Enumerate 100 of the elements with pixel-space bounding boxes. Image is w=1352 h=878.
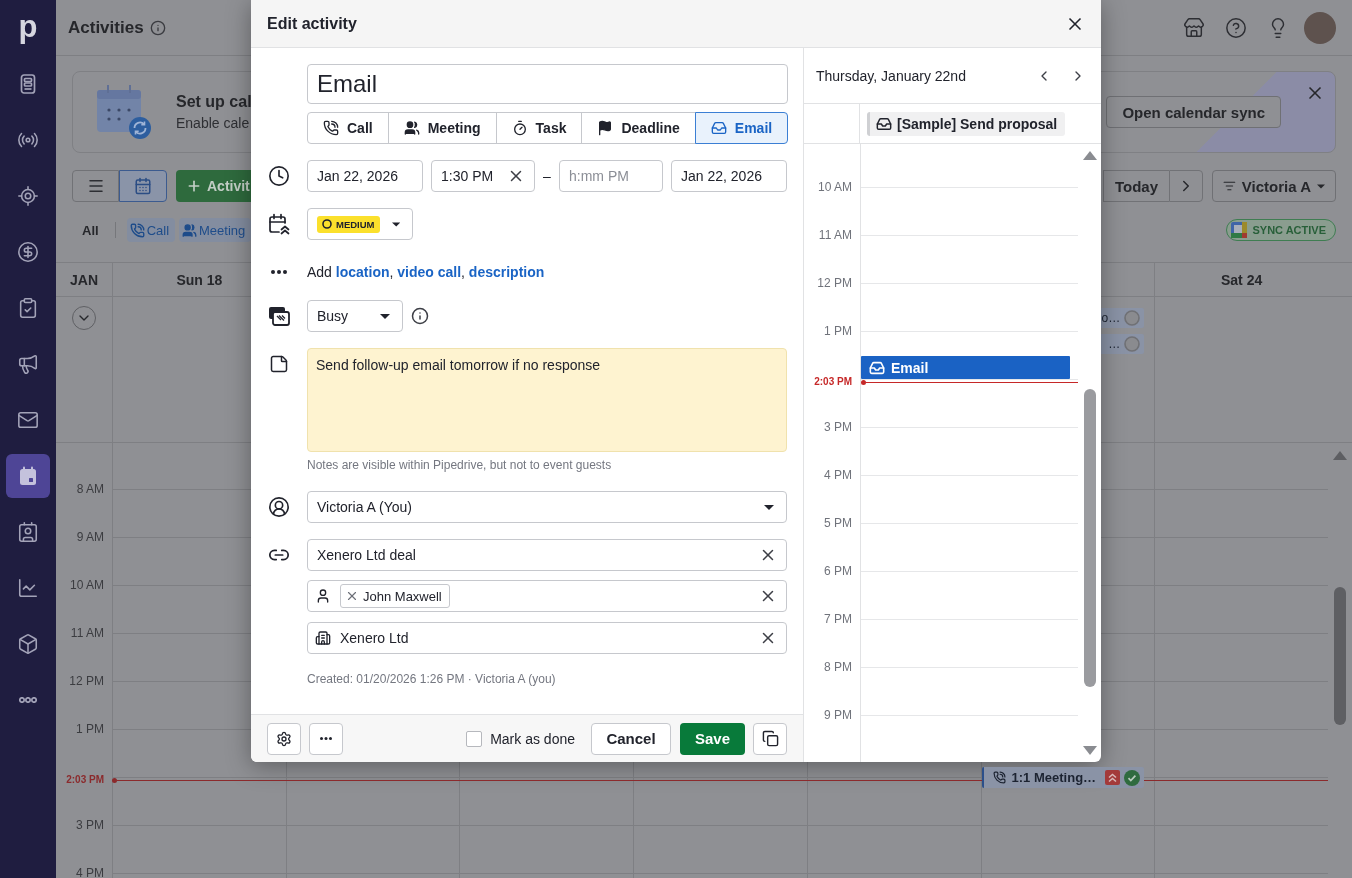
- line-chart-icon: [17, 577, 39, 599]
- hour-label: 9 PM: [824, 707, 852, 723]
- end-date-field[interactable]: Jan 22, 2026: [671, 160, 787, 192]
- activity-type-tab[interactable]: Task: [495, 112, 583, 144]
- list-view-button[interactable]: [72, 170, 119, 202]
- details-link[interactable]: description: [468, 264, 545, 280]
- user-circle-icon: [268, 496, 290, 518]
- marketplace-button[interactable]: [1183, 16, 1205, 39]
- caret-icon: [1317, 183, 1325, 189]
- month-label: JAN: [70, 271, 98, 288]
- availability-select[interactable]: Busy: [307, 300, 403, 332]
- activity-type-tab[interactable]: Deadline: [581, 112, 696, 144]
- stopwatch-icon: [511, 120, 528, 136]
- info-icon[interactable]: [411, 307, 429, 325]
- participants-field[interactable]: John Maxwell: [307, 580, 787, 612]
- caret-icon: [380, 313, 390, 319]
- hour-label: 7 PM: [824, 611, 852, 627]
- list-document-icon: [18, 74, 38, 94]
- hour-label: 1 PM: [824, 323, 852, 339]
- banner-subtitle: Enable cale: [176, 115, 251, 131]
- add-details-text: Add location, video call, description: [307, 263, 546, 282]
- megaphone-icon: [17, 353, 39, 375]
- note-hint: Notes are visible within Pipedrive, but not to event guests: [307, 458, 613, 472]
- hour-label: 4 PM: [76, 865, 104, 878]
- plus-icon: [186, 178, 202, 194]
- add-activity-button[interactable]: Activit: [176, 170, 251, 202]
- more-icon: [320, 737, 332, 740]
- busy-status-icon: [268, 306, 290, 326]
- priority-select[interactable]: MEDIUM: [307, 208, 413, 240]
- save-button[interactable]: Save: [680, 722, 745, 755]
- all-day-event[interactable]: [Sample] Send proposal: [867, 112, 1066, 136]
- day-header: Sun 18: [176, 271, 223, 288]
- flag-icon: [597, 120, 614, 136]
- calendar-sync-icon: [96, 84, 152, 140]
- box-icon: [17, 633, 39, 655]
- mail-icon: [17, 409, 39, 431]
- list-icon: [86, 177, 105, 195]
- hour-label: 12 PM: [817, 275, 852, 291]
- duplicate-button[interactable]: [753, 722, 787, 755]
- person-icon: [315, 588, 331, 604]
- hour-label: 4 PM: [824, 467, 852, 483]
- day-title: Thursday, January 22nd: [816, 67, 966, 84]
- owner-filter-button[interactable]: Victoria A: [1212, 170, 1336, 202]
- building-icon: [315, 630, 331, 646]
- copy-icon: [761, 730, 779, 747]
- subject-field[interactable]: Email: [307, 64, 789, 104]
- deal-field[interactable]: Xenero Ltd deal: [307, 539, 787, 571]
- mark-as-done-checkbox[interactable]: Mark as done: [466, 730, 575, 747]
- check-circle-icon[interactable]: [1124, 769, 1141, 786]
- created-info: Created: 01/20/2026 1:26 PM · Victoria A (you): [307, 672, 557, 686]
- checkbox[interactable]: [466, 730, 483, 747]
- settings-button[interactable]: [267, 722, 301, 755]
- calendar-view-button[interactable]: [119, 170, 167, 202]
- hour-label: 10 AM: [69, 577, 104, 593]
- organization-field[interactable]: Xenero Ltd: [307, 622, 787, 654]
- target-icon: [17, 185, 39, 207]
- hour-label: 6 PM: [824, 563, 852, 579]
- hour-label: 12 PM: [69, 673, 104, 689]
- sidebar-item[interactable]: [6, 454, 50, 498]
- scrollbar-thumb[interactable]: [1334, 587, 1346, 725]
- day-header: Sat 24: [1221, 271, 1263, 288]
- hour-label: 3 PM: [824, 419, 852, 435]
- hour-label: 10 AM: [817, 179, 852, 195]
- calendar-event[interactable]: Email: [861, 356, 1070, 379]
- calendar-event[interactable]: 1:1 Meeting…: [981, 767, 1145, 788]
- hour-label: 9 AM: [76, 529, 104, 545]
- settings-icon: [276, 730, 292, 747]
- open-calendar-sync-button[interactable]: Open calendar sync: [1106, 96, 1281, 128]
- scroll-up-icon[interactable]: [1082, 151, 1097, 160]
- calendar-icon: [134, 177, 152, 195]
- inbox-icon: [869, 359, 885, 376]
- more-button[interactable]: [309, 722, 343, 755]
- note-field[interactable]: Send follow-up email tomorrow if no response: [307, 348, 787, 452]
- store-icon: [1183, 16, 1205, 39]
- start-time-field[interactable]: 1:30 PM: [431, 160, 535, 192]
- activity-type-tab[interactable]: Meeting: [387, 112, 497, 144]
- clipboard-check-icon: [17, 297, 39, 319]
- today-button[interactable]: Today: [1103, 170, 1169, 202]
- activity-type-tab[interactable]: Call: [307, 112, 389, 144]
- dialog-title: Edit activity: [267, 14, 357, 33]
- owner-select[interactable]: Victoria A (You): [307, 491, 787, 523]
- close-icon: [345, 589, 359, 603]
- cancel-button[interactable]: Cancel: [591, 722, 671, 755]
- sync-status-text: SYNC ACTIVE: [1252, 224, 1326, 236]
- scrollbar-thumb[interactable]: [1083, 389, 1096, 687]
- ring-icon: [322, 219, 332, 229]
- caret-icon: [764, 504, 774, 510]
- details-link[interactable]: video call: [397, 264, 462, 280]
- activity-type-tab[interactable]: Email: [694, 112, 789, 144]
- scroll-down-icon[interactable]: [1082, 746, 1097, 755]
- people-icon: [403, 120, 420, 136]
- more-icon: [271, 270, 287, 274]
- participant-chip[interactable]: John Maxwell: [340, 584, 450, 608]
- type-filter-chip[interactable]: All: [72, 218, 109, 242]
- clock-icon: [268, 165, 290, 187]
- hour-label: 3 PM: [76, 817, 104, 833]
- phone-icon: [323, 120, 339, 136]
- start-date-field[interactable]: Jan 22, 2026: [307, 160, 423, 192]
- help-button[interactable]: [1225, 16, 1247, 39]
- hour-label: 8 PM: [824, 659, 852, 675]
